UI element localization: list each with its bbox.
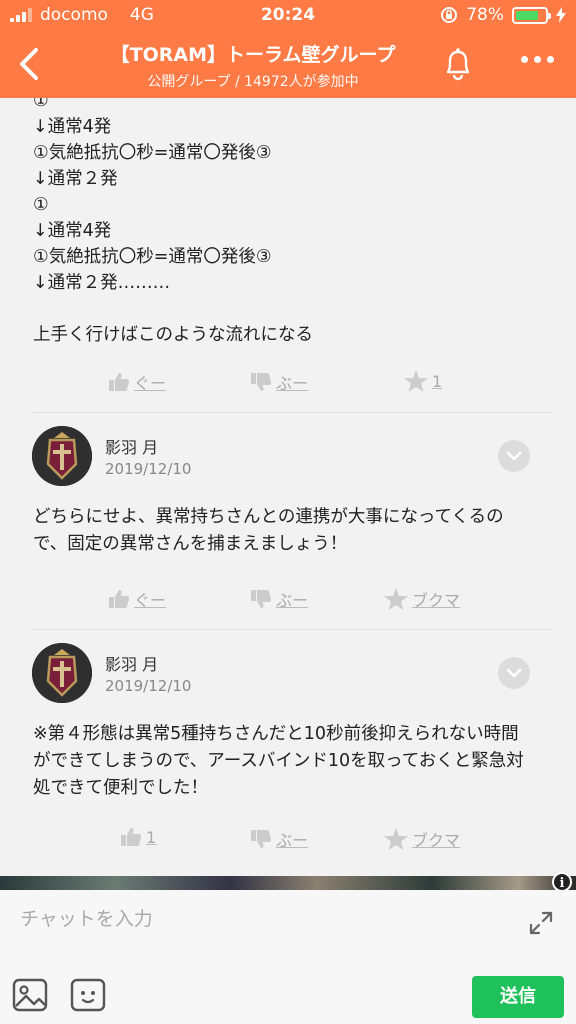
- post-body: ① ↓通常4発 ①気絶抵抗〇秒=通常〇発後③ ↓通常２発 ① ↓通常4発 ①気絶…: [33, 98, 313, 348]
- chevron-down-icon[interactable]: [498, 657, 530, 689]
- boo-label: ぶー: [276, 831, 309, 850]
- thumbs-down-icon: [251, 373, 272, 391]
- shield-avatar-icon: [32, 643, 92, 703]
- good-label: ぐー: [134, 374, 167, 393]
- star-icon: [384, 828, 408, 850]
- divider: [33, 629, 552, 630]
- group-title: 【TORAM】トーラム壁グループ: [110, 44, 396, 66]
- expand-icon[interactable]: [528, 910, 554, 936]
- ad-banner-image[interactable]: [0, 876, 576, 890]
- thumbs-up-icon: [109, 373, 130, 391]
- post-line: ↓通常２発………: [33, 273, 171, 293]
- boo-button[interactable]: ぶー: [250, 587, 308, 611]
- post-line: [33, 296, 313, 322]
- post-line: 上手く行けばこのような流れになる: [33, 325, 313, 345]
- star-button[interactable]: 1: [404, 370, 442, 392]
- thumbs-down-icon: [251, 830, 272, 848]
- boo-label: ぶー: [276, 374, 309, 393]
- charging-icon: [556, 7, 566, 23]
- group-subtitle: 公開グループ / 14972人が参加中: [147, 74, 359, 90]
- bookmark-label: ブクマ: [412, 591, 461, 610]
- chevron-down-icon[interactable]: [498, 440, 530, 472]
- comment-author[interactable]: 影羽 月: [105, 651, 158, 675]
- group-header: 【TORAM】トーラム壁グループ 公開グループ / 14972人が参加中: [0, 30, 576, 98]
- post-line: ①: [33, 195, 49, 215]
- battery-icon: [512, 6, 551, 24]
- thumbs-down-icon: [251, 590, 272, 608]
- orientation-lock-icon: [441, 7, 458, 23]
- more-dots-icon[interactable]: [521, 56, 554, 63]
- back-chevron-icon[interactable]: [12, 42, 52, 86]
- thread-content: ① ↓通常4発 ①気絶抵抗〇秒=通常〇発後③ ↓通常２発 ① ↓通常4発 ①気絶…: [0, 98, 576, 878]
- thumbs-up-icon: [121, 828, 142, 846]
- chat-input[interactable]: チャットを入力: [20, 904, 153, 931]
- comment-date: 2019/12/10: [105, 677, 192, 695]
- send-button[interactable]: 送信: [472, 976, 564, 1018]
- bell-icon[interactable]: [440, 44, 476, 84]
- avatar[interactable]: [32, 643, 92, 703]
- info-icon[interactable]: i: [552, 872, 572, 892]
- comment-author[interactable]: 影羽 月: [105, 434, 158, 458]
- status-bar: docomo 4G 20:24 78%: [0, 0, 576, 30]
- post-line: ↓通常4発: [33, 117, 112, 137]
- comment-text: ※第４形態は異常5種持ちさんだと10秒前後抑えられない時間ができてしまうので、ア…: [33, 724, 524, 798]
- post-actions: ぐー ぶー 1: [0, 370, 576, 400]
- star-count: 1: [432, 371, 443, 391]
- chat-bar: チャットを入力 送信: [0, 890, 576, 1024]
- good-button[interactable]: ぐー: [108, 587, 166, 611]
- comment-actions: ぐー ぶー ブクマ: [0, 587, 576, 617]
- good-label: ぐー: [134, 591, 167, 610]
- boo-label: ぶー: [276, 591, 309, 610]
- avatar[interactable]: [32, 426, 92, 486]
- divider: [33, 412, 552, 413]
- post-line: ↓通常4発: [33, 221, 112, 241]
- post-line: ①気絶抵抗〇秒=通常〇発後③: [33, 247, 272, 267]
- post-line: ①気絶抵抗〇秒=通常〇発後③: [33, 143, 272, 163]
- post-line: ↓通常２発: [33, 169, 118, 189]
- sticker-icon[interactable]: [70, 978, 106, 1012]
- shield-avatar-icon: [32, 426, 92, 486]
- star-icon: [404, 370, 428, 392]
- good-count: 1: [146, 827, 157, 847]
- thumbs-up-icon: [109, 590, 130, 608]
- title-block[interactable]: 【TORAM】トーラム壁グループ 公開グループ / 14972人が参加中: [70, 40, 436, 91]
- battery-percent: 78%: [466, 5, 504, 25]
- image-icon[interactable]: [12, 978, 48, 1012]
- boo-button[interactable]: ぶー: [250, 827, 308, 851]
- comment-date: 2019/12/10: [105, 460, 192, 478]
- good-button[interactable]: ぐー: [108, 370, 166, 394]
- star-icon: [384, 588, 408, 610]
- bookmark-button[interactable]: ブクマ: [384, 827, 460, 851]
- comment-text: どちらにせよ、異常持ちさんとの連携が大事になってくるので、固定の異常さんを捕まえ…: [33, 507, 504, 554]
- bookmark-label: ブクマ: [412, 831, 461, 850]
- comment-actions: 1 ぶー ブクマ: [0, 827, 576, 857]
- bookmark-button[interactable]: ブクマ: [384, 587, 460, 611]
- good-button[interactable]: 1: [120, 827, 156, 847]
- post-line: ①: [33, 98, 49, 111]
- boo-button[interactable]: ぶー: [250, 370, 308, 394]
